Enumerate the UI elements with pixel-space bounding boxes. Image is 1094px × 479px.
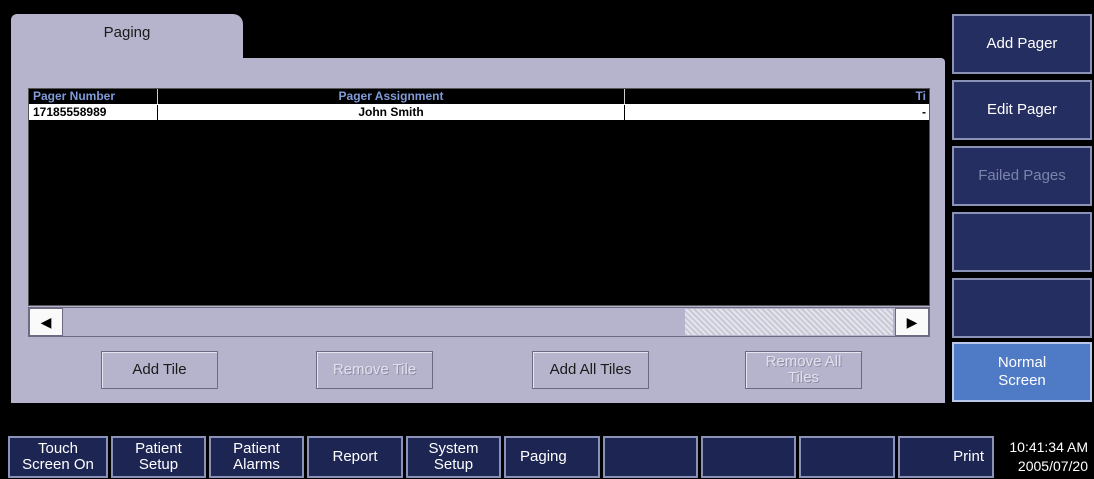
scroll-left-button[interactable]: ◀ [29,308,63,336]
pager-table: Pager Number Pager Assignment Ti 1718555… [28,88,930,306]
scrollbar-track[interactable] [685,309,893,335]
normal-screen-button[interactable]: Normal Screen [952,342,1092,402]
add-tile-label: Add Tile [132,361,187,378]
arrow-left-icon: ◀ [40,313,52,330]
touch-screen-button[interactable]: Touch Screen On [8,436,108,478]
tab-paging[interactable]: Paging [11,14,243,60]
system-setup-label-line1: System [428,440,479,457]
pager-number-cell: 17185558989 [29,105,158,120]
table-row[interactable]: 17185558989 John Smith - [29,105,929,120]
normal-screen-label-line1: Normal [997,354,1047,371]
normal-screen-label-line2: Screen [998,372,1046,389]
add-pager-label: Add Pager [986,35,1058,52]
edit-pager-button[interactable]: Edit Pager [952,80,1092,140]
clock-display: 10:41:34 AM 2005/07/20 [996,436,1092,478]
paging-label: Paging [520,448,567,465]
tab-paging-label: Paging [103,24,151,41]
time-cell: - [922,105,926,119]
patient-setup-label-line1: Patient [135,440,182,457]
add-tile-button[interactable]: Add Tile [101,351,218,389]
print-label: Print [953,448,984,465]
add-all-tiles-button[interactable]: Add All Tiles [532,351,649,389]
report-label: Report [332,448,378,465]
edit-pager-label: Edit Pager [986,101,1058,118]
touch-screen-label-line1: Touch [37,440,79,457]
blank-button-2[interactable] [952,278,1092,338]
patient-alarms-button[interactable]: Patient Alarms [209,436,304,478]
add-pager-button[interactable]: Add Pager [952,14,1092,74]
remove-tile-button[interactable]: Remove Tile [316,351,433,389]
print-button[interactable]: Print [898,436,994,478]
column-header-time[interactable]: Ti [625,89,928,104]
remove-all-tiles-button[interactable]: Remove All Tiles [745,351,862,389]
empty-bottom-button-1[interactable] [603,436,698,478]
patient-setup-button[interactable]: Patient Setup [111,436,206,478]
empty-bottom-button-3[interactable] [799,436,895,478]
scroll-right-button[interactable]: ▶ [895,308,929,336]
system-setup-label-line2: Setup [433,456,474,473]
failed-pages-button[interactable]: Failed Pages [952,146,1092,206]
empty-bottom-button-2[interactable] [701,436,796,478]
system-setup-button[interactable]: System Setup [406,436,501,478]
patient-setup-label-line2: Setup [138,456,179,473]
clock-time: 10:41:34 AM [1009,439,1088,455]
remove-tile-label: Remove Tile [332,361,417,378]
horizontal-scrollbar[interactable]: ◀ ▶ [28,307,930,337]
clock-date: 2005/07/20 [1017,458,1088,474]
remove-all-tiles-label-line2: Tiles [787,369,820,386]
report-button[interactable]: Report [307,436,403,478]
touch-screen-label-line2: Screen On [22,456,94,473]
pager-assignment-cell: John Smith [158,105,625,120]
patient-alarms-label-line2: Alarms [233,456,280,473]
column-header-pager-assignment[interactable]: Pager Assignment [158,89,625,104]
failed-pages-label: Failed Pages [978,167,1066,184]
remove-all-tiles-label-line1: Remove All [765,353,842,370]
arrow-right-icon: ▶ [906,313,918,330]
column-header-pager-number[interactable]: Pager Number [29,89,158,104]
table-header: Pager Number Pager Assignment Ti [29,89,929,105]
patient-alarms-label-line1: Patient [233,440,280,457]
paging-button[interactable]: Paging [504,436,600,478]
blank-button-1[interactable] [952,212,1092,272]
add-all-tiles-label: Add All Tiles [549,361,632,378]
